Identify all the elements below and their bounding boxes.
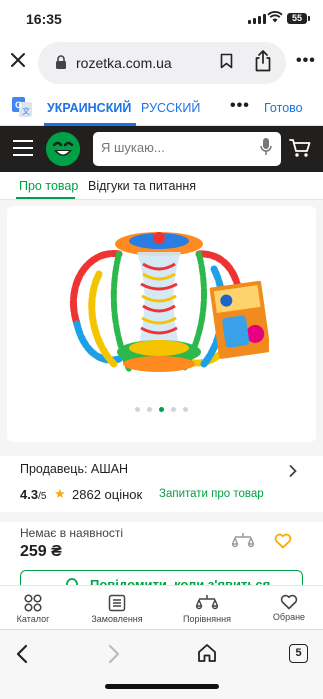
status-bar: 16:35 55 — [0, 0, 323, 38]
gallery-pagination — [7, 407, 316, 412]
more-options-icon[interactable]: ••• — [296, 52, 316, 70]
ask-about-product-link[interactable]: Запитати про товар — [159, 488, 264, 500]
share-icon[interactable] — [254, 50, 272, 72]
star-icon: ★ — [54, 486, 66, 501]
heart-icon — [280, 594, 298, 610]
section-divider — [0, 446, 323, 456]
nav-compare-label: Порівняння — [183, 614, 231, 624]
gallery-dot[interactable] — [147, 407, 152, 412]
nav-compare[interactable]: Порівняння — [167, 594, 247, 624]
bookmark-icon[interactable] — [220, 53, 233, 69]
nav-orders[interactable]: Замовлення — [77, 594, 157, 624]
battery-icon: 55 — [287, 13, 310, 24]
translate-done-button[interactable]: Готово — [264, 101, 303, 115]
cart-icon[interactable] — [289, 138, 311, 158]
seller-label[interactable]: Продавець: АШАН — [20, 462, 128, 476]
active-tab-underline — [16, 197, 75, 199]
google-translate-icon: G 文 — [12, 97, 32, 117]
reviews-count[interactable]: 2862 оцінок — [72, 487, 142, 502]
bottom-navigation: Каталог Замовлення Порівняння Обране — [0, 585, 323, 629]
svg-text:G: G — [15, 100, 22, 110]
gallery-dot[interactable] — [159, 407, 164, 412]
availability-status: Немає в наявності — [20, 526, 124, 540]
status-time: 16:35 — [26, 11, 62, 27]
search-box[interactable] — [93, 132, 281, 166]
close-icon[interactable] — [10, 52, 26, 68]
svg-text:文: 文 — [22, 106, 30, 116]
nav-catalog-label: Каталог — [16, 614, 50, 624]
nav-favorites-label: Обране — [272, 612, 306, 622]
chevron-right-icon[interactable] — [289, 465, 297, 477]
search-input[interactable] — [101, 140, 251, 155]
rozetka-logo[interactable] — [46, 132, 80, 166]
seller-section[interactable]: Продавець: АШАН 4.3/5 ★ 2862 оцінок Запи… — [0, 456, 323, 512]
nav-catalog[interactable]: Каталог — [0, 594, 73, 624]
catalog-icon — [24, 594, 42, 612]
product-tabs: Про товар Відгуки та питання — [0, 172, 323, 200]
favorite-heart-icon[interactable] — [274, 533, 292, 549]
price-section: Немає в наявності 259 ₴ Повідомити, коли… — [0, 522, 323, 606]
nav-orders-label: Замовлення — [91, 614, 143, 624]
translate-bar: G 文 УКРАИНСКИЙ РУССКИЙ ••• Готово — [0, 88, 323, 126]
lang-ukrainian-tab[interactable]: УКРАИНСКИЙ — [47, 101, 131, 115]
hamburger-menu-icon[interactable] — [13, 140, 33, 156]
tab-about-product[interactable]: Про товар — [19, 179, 78, 193]
product-image[interactable] — [59, 214, 269, 399]
compare-nav-icon — [196, 595, 218, 610]
home-indicator — [105, 684, 219, 689]
gallery-dot[interactable] — [171, 407, 176, 412]
wifi-icon — [267, 11, 283, 23]
browser-url-bar: rozetka.com.ua ••• — [0, 38, 323, 88]
section-divider — [0, 512, 323, 522]
lang-russian-tab[interactable]: РУССКИЙ — [141, 101, 200, 115]
translate-more-icon[interactable]: ••• — [230, 97, 250, 115]
forward-arrow-icon[interactable] — [108, 644, 120, 664]
lock-icon — [56, 55, 66, 69]
nav-favorites[interactable]: Обране — [249, 594, 323, 622]
url-text[interactable]: rozetka.com.ua — [76, 55, 172, 71]
signal-icon — [248, 14, 266, 24]
back-arrow-icon[interactable] — [16, 644, 28, 664]
browser-toolbar: 5 — [0, 629, 323, 699]
product-price: 259 ₴ — [20, 543, 62, 560]
home-icon[interactable] — [197, 643, 217, 663]
compare-icon[interactable] — [232, 532, 254, 550]
tab-reviews[interactable]: Відгуки та питання — [88, 179, 196, 193]
orders-icon — [108, 594, 126, 612]
site-header — [0, 126, 323, 172]
gallery-dot[interactable] — [183, 407, 188, 412]
gallery-dot[interactable] — [135, 407, 140, 412]
microphone-icon[interactable] — [260, 137, 272, 157]
product-gallery[interactable] — [7, 206, 316, 442]
tabs-count-button[interactable]: 5 — [289, 644, 308, 663]
seller-rating: 4.3/5 — [20, 487, 47, 502]
